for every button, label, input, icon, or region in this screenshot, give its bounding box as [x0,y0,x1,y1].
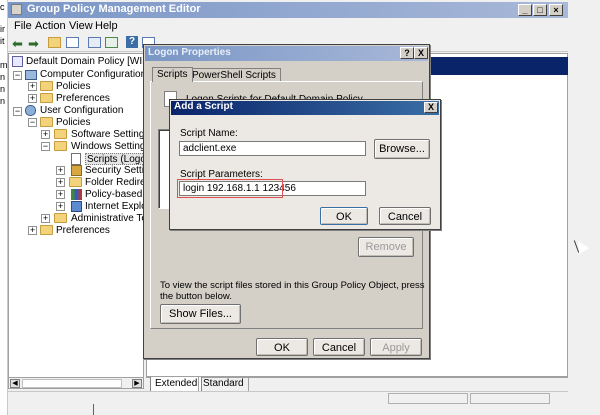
security-icon [71,165,82,176]
gpo-icon [12,56,23,67]
info-text-line1: To view the script files stored in this … [160,280,425,291]
user-icon [25,105,36,116]
expand-icon[interactable]: + [56,202,65,211]
tab-standard[interactable]: Standard [198,377,249,392]
left-edge-char: n [0,72,6,82]
scroll-left-arrow-icon[interactable]: ◀ [10,379,20,388]
back-icon[interactable]: ⬅ [12,36,23,52]
export-list-icon[interactable] [105,37,118,48]
minimize-button[interactable]: _ [518,4,532,16]
status-pane [388,393,468,404]
left-edge-char: n [0,84,6,94]
gpmc-app-icon [11,4,22,15]
tree-item-user-configuration[interactable]: User Configuration [40,105,123,117]
logon-dialog-title-bar[interactable]: Logon Properties [145,46,428,61]
up-folder-icon[interactable] [48,37,61,48]
cancel-button[interactable]: Cancel [313,338,365,356]
stray-cursor-line [93,404,94,415]
left-edge-char: ir [0,24,5,34]
ok-button[interactable]: OK [320,207,368,225]
tree-item-preferences[interactable]: Preferences [56,93,110,105]
show-hide-tree-icon[interactable] [66,37,79,48]
menu-file[interactable]: File [14,20,32,32]
tree-horizontal-scrollbar[interactable]: ◀ ▶ [8,377,144,389]
folder-icon [54,213,67,223]
script-name-label: Script Name: [180,128,238,139]
close-button[interactable]: × [549,4,563,16]
tab-extended[interactable]: Extended [150,377,203,392]
menu-bar: File Action View Help [8,18,568,34]
status-pane [470,393,550,404]
tree-item-preferences[interactable]: Preferences [56,225,110,237]
left-edge-char: n [0,96,6,106]
expand-icon[interactable]: + [28,226,37,235]
add-script-title-bar[interactable]: Add a Script [171,101,439,115]
expand-icon[interactable]: + [28,94,37,103]
collapse-icon[interactable]: − [28,118,37,127]
tree-item-policies[interactable]: Policies [56,117,90,129]
folder-icon [40,117,53,127]
ok-button[interactable]: OK [256,338,308,356]
folder-icon [54,129,67,139]
expand-icon[interactable]: + [56,178,65,187]
forward-icon[interactable]: ➡ [28,36,39,52]
collapse-icon[interactable]: − [13,71,22,80]
scroll-thumb[interactable] [22,379,122,388]
menu-action[interactable]: Action [35,20,66,32]
expand-icon[interactable]: + [56,190,65,199]
menu-view[interactable]: View [69,20,93,32]
expand-icon[interactable]: + [56,166,65,175]
help-icon[interactable]: ? [126,36,138,48]
main-title-bar[interactable]: Group Policy Management Editor [8,2,568,18]
show-files-button[interactable]: Show Files... [160,304,241,324]
computer-icon [25,70,37,80]
apply-button[interactable]: Apply [370,338,422,356]
folder-icon [54,141,67,151]
tree-item-policies[interactable]: Policies [56,81,90,93]
left-edge-char: m [0,60,8,70]
remove-button[interactable]: Remove [358,237,414,257]
add-script-title: Add a Script [174,101,233,112]
details-header-bar [430,57,568,75]
qos-chart-icon [71,189,82,200]
expand-icon[interactable]: + [41,214,50,223]
browse-button[interactable]: Browse... [374,139,430,159]
maximize-button[interactable]: □ [533,4,547,16]
info-text-line2: the button below. [160,291,232,302]
view-tab-strip: Extended Standard [146,377,568,392]
cancel-button[interactable]: Cancel [379,207,431,225]
close-button[interactable]: X [424,102,438,113]
tree-pane: Default Domain Policy [WIN-QOCB − Comput… [8,53,182,378]
collapse-icon[interactable]: − [13,107,22,116]
folder-icon [40,81,53,91]
tree-item-computer-configuration[interactable]: Computer Configuration [40,69,146,81]
properties-icon[interactable] [88,37,101,48]
help-button[interactable]: ? [400,47,414,59]
left-edge-char: c [0,2,5,12]
script-icon [71,153,81,165]
expand-icon[interactable]: + [41,130,50,139]
tree-item-windows-settings[interactable]: Windows Settings [71,141,150,153]
collapse-icon[interactable]: − [41,142,50,151]
tab-powershell-scripts[interactable]: PowerShell Scripts [187,68,281,81]
highlight-box [177,179,283,198]
tree-item-software-settings[interactable]: Software Settings [71,129,149,141]
folder-icon [40,93,53,103]
menu-help[interactable]: Help [95,20,118,32]
logon-dialog-title: Logon Properties [148,47,231,58]
left-edge-char: it [0,36,5,46]
internet-explorer-icon [71,201,82,212]
tab-scripts[interactable]: Scripts [152,67,193,82]
status-bar [8,391,568,405]
expand-icon[interactable]: + [28,82,37,91]
folder-icon [40,225,53,235]
close-button[interactable]: X [414,47,428,59]
script-name-input[interactable]: adclient.exe [179,141,366,156]
add-script-dialog: Add a Script X Script Name: adclient.exe… [169,99,441,230]
scroll-right-arrow-icon[interactable]: ▶ [132,379,142,388]
folder-icon [69,177,82,187]
main-window-title: Group Policy Management Editor [27,3,201,15]
